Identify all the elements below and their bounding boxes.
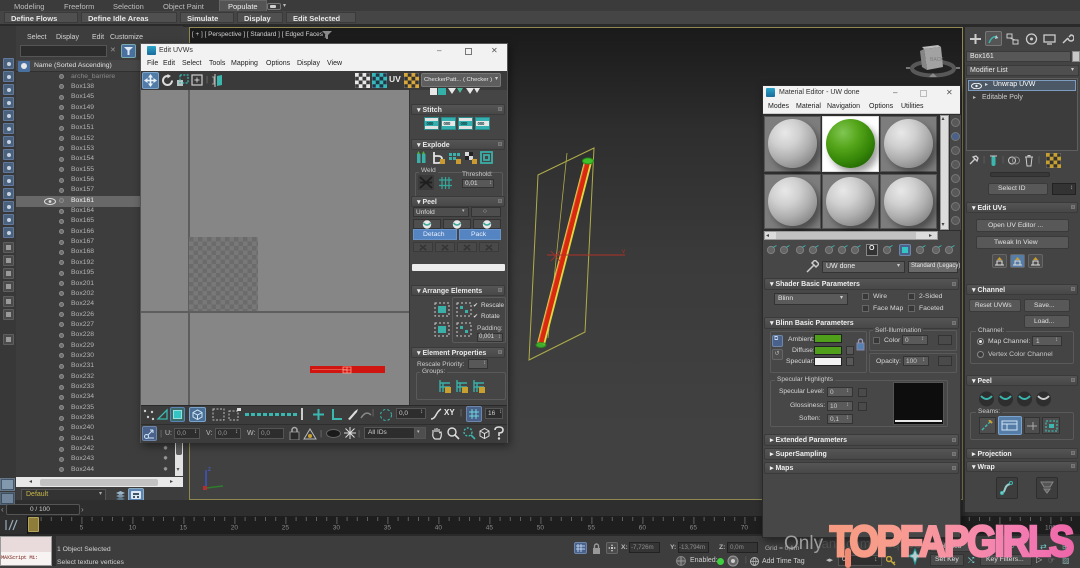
svg-text:30: 30 (333, 525, 341, 532)
svg-text:55: 55 (588, 525, 596, 532)
svg-text:40: 40 (435, 525, 443, 532)
svg-text:35: 35 (384, 525, 392, 532)
svg-text:z: z (208, 467, 211, 473)
svg-text:5: 5 (80, 525, 84, 532)
svg-text:60: 60 (639, 525, 647, 532)
svg-text:25: 25 (282, 525, 290, 532)
svg-text:BACK: BACK (930, 57, 944, 63)
svg-text:TOPFAPGIRLS: TOPFAPGIRLS (829, 516, 1073, 565)
svg-text:65: 65 (690, 525, 698, 532)
svg-text:20: 20 (231, 525, 239, 532)
svg-text:15: 15 (180, 525, 188, 532)
svg-text:70: 70 (741, 525, 749, 532)
svg-text:50: 50 (537, 525, 545, 532)
svg-text:v: v (622, 249, 625, 255)
svg-text:45: 45 (486, 525, 494, 532)
svg-text:10: 10 (129, 525, 137, 532)
